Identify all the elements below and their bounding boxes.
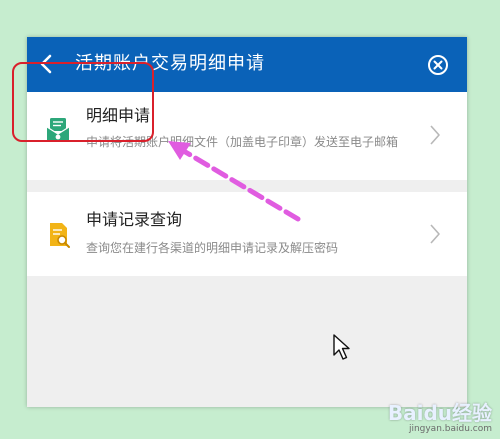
document-search-icon [48, 222, 70, 252]
list-item-record-query[interactable]: 申请记录查询 查询您在建行各渠道的明细申请记录及解压密码 [27, 192, 467, 276]
item-title: 申请记录查询 [86, 210, 183, 229]
watermark: Baidu经验 jingyan.baidu.com [388, 402, 492, 435]
item-description: 查询您在建行各渠道的明细申请记录及解压密码 [86, 241, 339, 255]
chevron-right-icon [430, 224, 440, 244]
mouse-pointer-icon [333, 334, 350, 360]
watermark-brand: Baidu经验 [387, 401, 492, 425]
close-button[interactable] [425, 52, 451, 78]
chevron-right-icon [430, 125, 440, 145]
close-circle-icon [428, 55, 448, 75]
highlight-box [12, 62, 154, 142]
watermark-url: jingyan.baidu.com [408, 424, 492, 434]
